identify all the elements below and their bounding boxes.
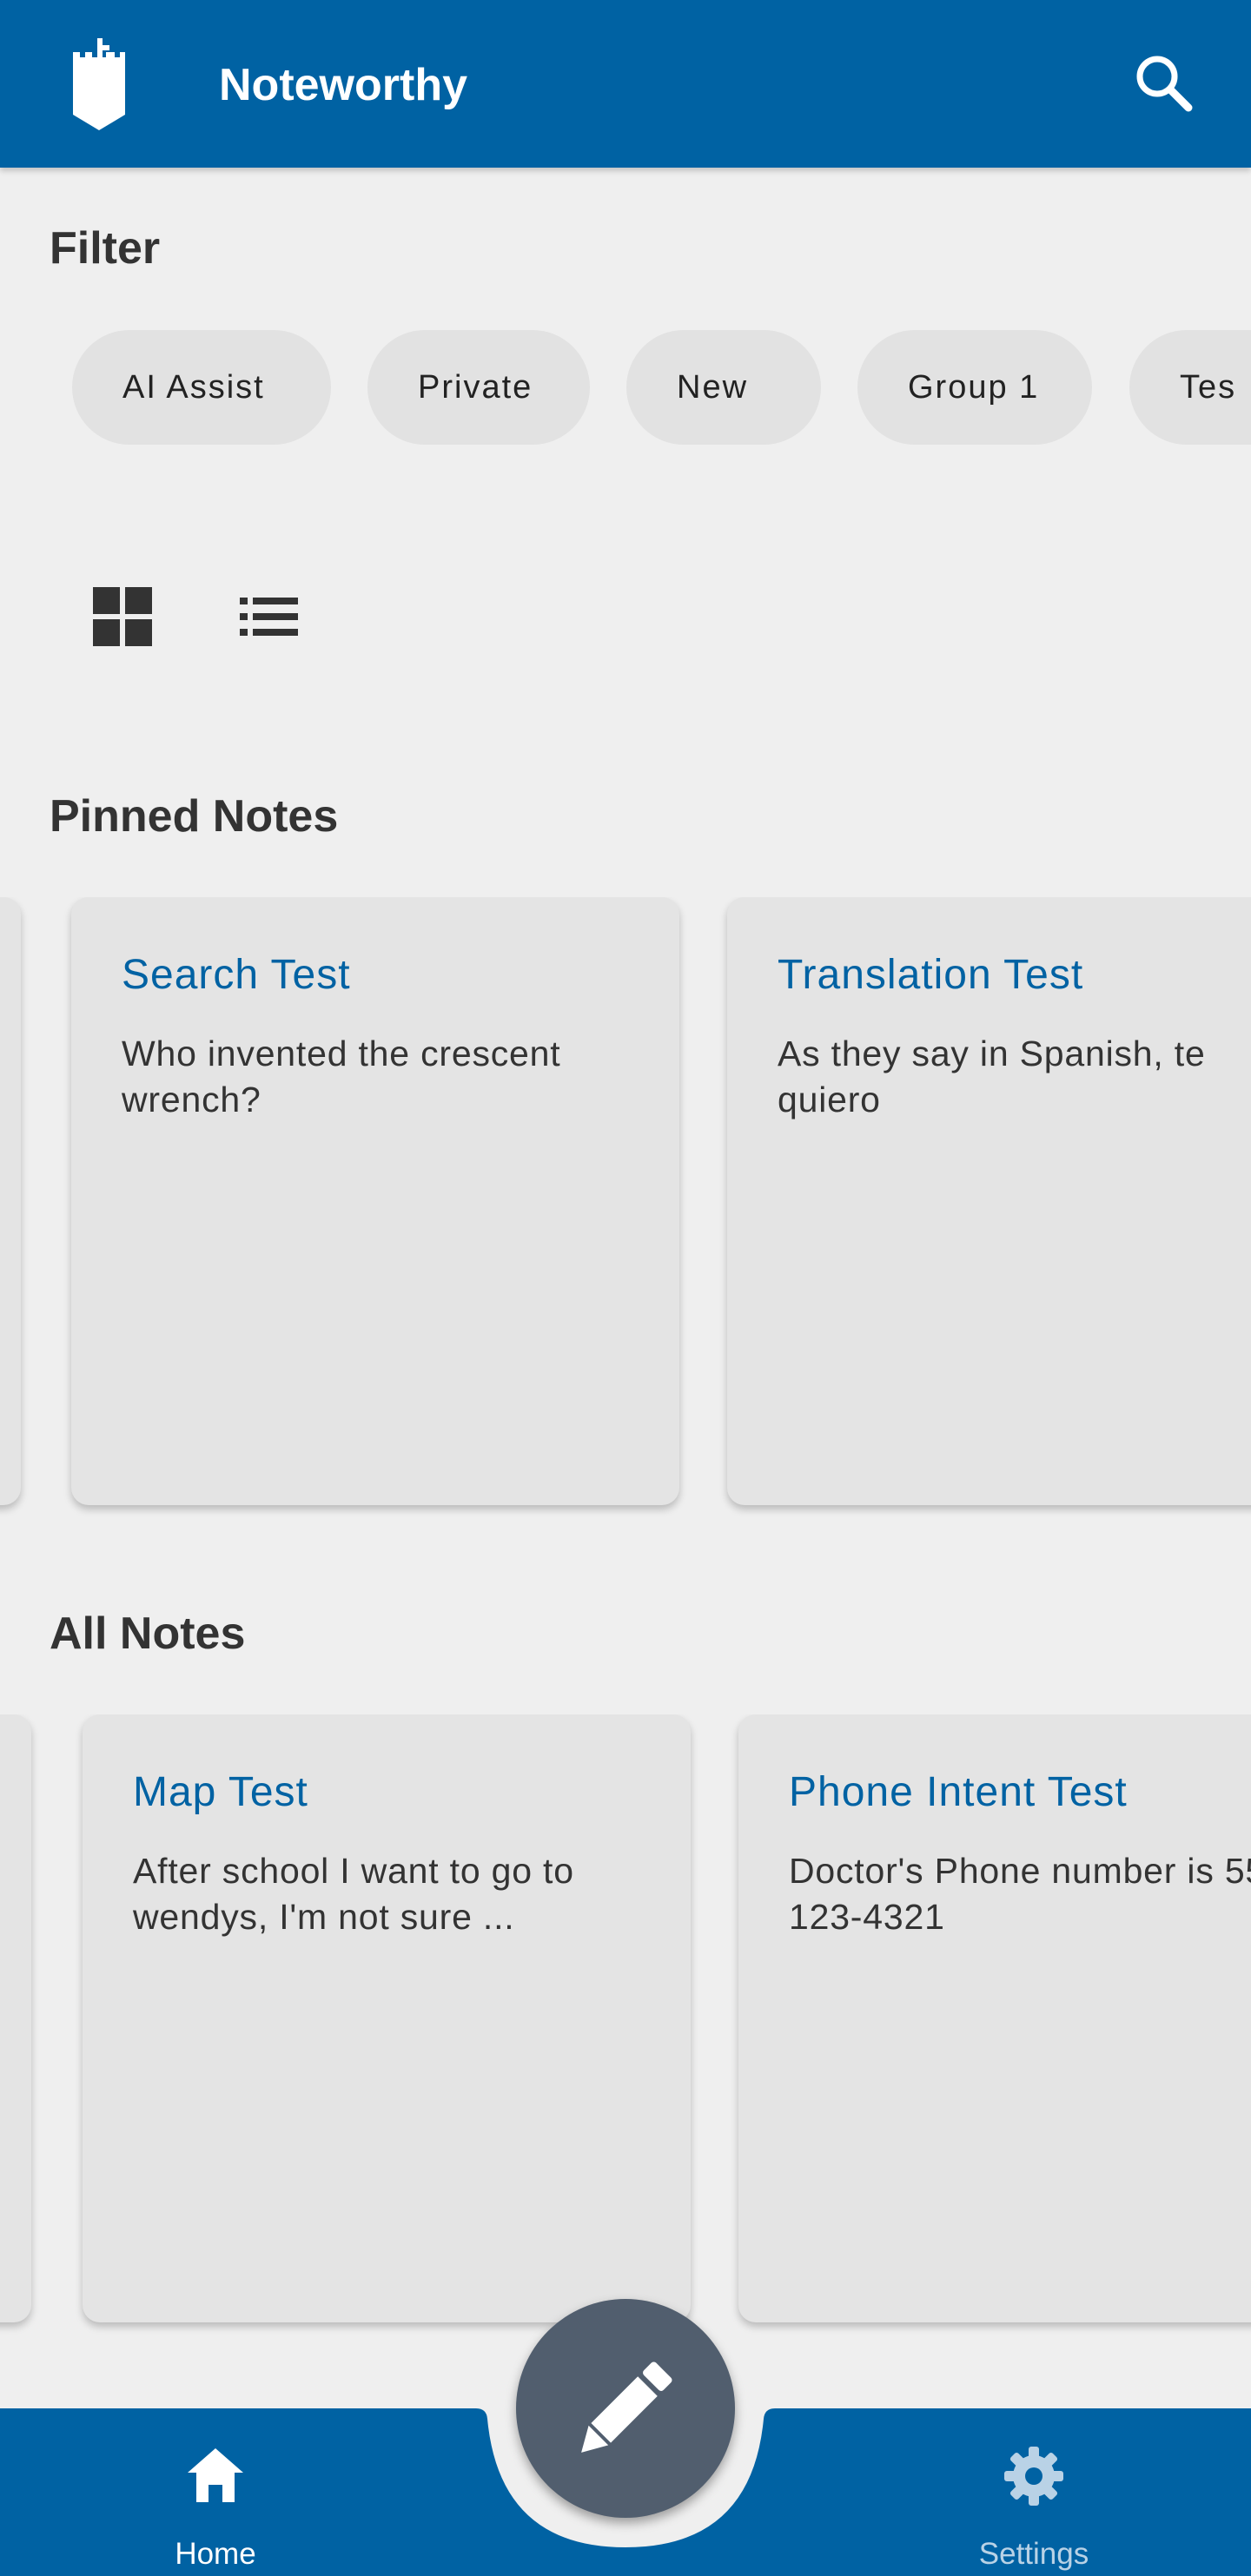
app-title: Noteworthy <box>219 60 467 110</box>
castle-rook-icon <box>73 38 125 130</box>
note-card-partial[interactable] <box>0 897 21 1505</box>
note-body: After school I want to go to wendys, I'm… <box>133 1851 574 1937</box>
filter-chip-list: AI Assist Private New Group 1 Tes <box>0 330 1251 446</box>
note-card[interactable]: Map Test After school I want to go to we… <box>83 1714 691 2322</box>
note-title: Map Test <box>133 1769 308 1815</box>
note-card[interactable]: Search Test Who invented the crescent wr… <box>71 897 679 1505</box>
note-title: Search Test <box>122 952 351 998</box>
filter-chip-private[interactable]: Private <box>367 330 590 445</box>
note-card[interactable]: Phone Intent Test Doctor's Phone number … <box>738 1714 1251 2322</box>
filter-chip-new[interactable]: New <box>626 330 821 445</box>
filter-chip-test[interactable]: Tes <box>1129 330 1251 445</box>
grid-view-icon <box>93 587 152 646</box>
note-body: As they say in Spanish, te quiero <box>778 1034 1206 1120</box>
home-icon <box>188 2448 243 2502</box>
note-card-partial[interactable] <box>0 1714 31 2322</box>
note-title: Phone Intent Test <box>789 1769 1128 1815</box>
grid-view-button[interactable] <box>86 580 159 653</box>
note-body: Who invented the crescent wrench? <box>122 1034 561 1120</box>
all-notes-carousel: Map Test After school I want to go to we… <box>0 1714 1251 2340</box>
nav-label-home: Home <box>175 2537 256 2571</box>
filter-chip-group-1[interactable]: Group 1 <box>857 330 1092 445</box>
nav-item-settings[interactable]: Settings <box>947 2434 1121 2571</box>
filter-chip-ai-assist[interactable]: AI Assist <box>72 330 331 445</box>
new-note-fab[interactable] <box>516 2299 735 2518</box>
pinned-notes-title: Pinned Notes <box>50 791 339 842</box>
nav-item-home[interactable]: Home <box>129 2434 302 2571</box>
list-view-button[interactable] <box>231 580 304 653</box>
note-body: Doctor's Phone number is 555-123-4321 <box>789 1851 1251 1937</box>
top-app-bar: Noteworthy <box>0 0 1251 168</box>
pencil-icon <box>581 2361 672 2453</box>
note-title: Translation Test <box>778 952 1084 998</box>
all-notes-title: All Notes <box>50 1608 246 1659</box>
search-icon <box>1136 56 1193 112</box>
search-button[interactable] <box>1129 49 1199 118</box>
list-view-icon <box>240 598 298 636</box>
pinned-notes-carousel: Search Test Who invented the crescent wr… <box>0 897 1251 1522</box>
gear-icon <box>1004 2447 1063 2506</box>
nav-label-settings: Settings <box>978 2537 1089 2571</box>
filter-title: Filter <box>50 223 161 274</box>
note-card[interactable]: Translation Test As they say in Spanish,… <box>727 897 1251 1505</box>
